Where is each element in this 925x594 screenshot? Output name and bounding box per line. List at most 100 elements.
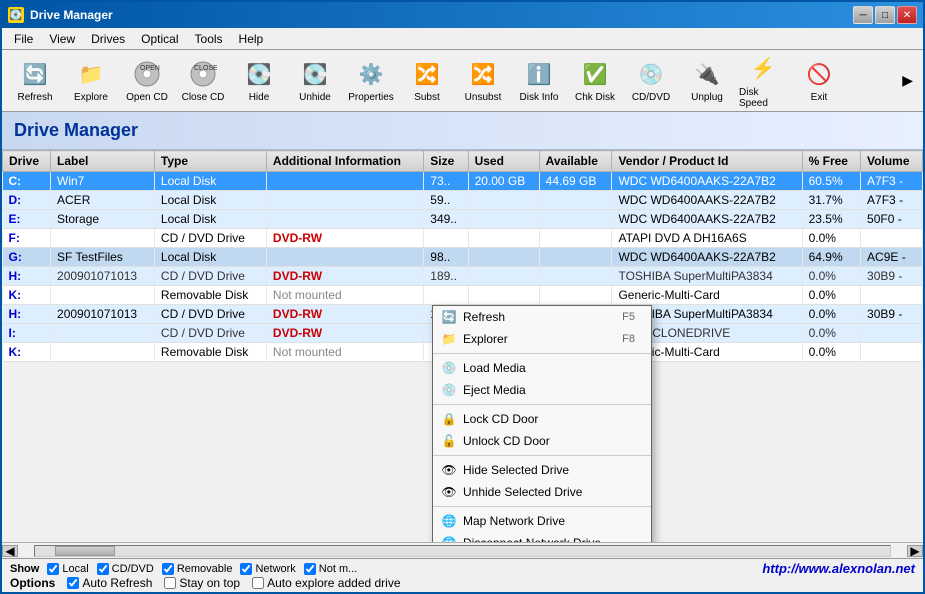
col-label[interactable]: Label xyxy=(51,151,155,172)
auto-explore-checkbox[interactable] xyxy=(252,577,264,589)
table-cell: 200901071013 xyxy=(51,305,155,324)
scroll-track[interactable] xyxy=(34,545,891,557)
menu-tools[interactable]: Tools xyxy=(187,30,231,48)
col-type[interactable]: Type xyxy=(154,151,266,172)
toolbar-subst[interactable]: 🔀 Subst xyxy=(400,55,454,106)
context-menu-item-map-network-drive[interactable]: 🌐Map Network Drive xyxy=(433,510,651,532)
scroll-right-button[interactable]: ▶ xyxy=(907,545,923,557)
col-size[interactable]: Size xyxy=(424,151,468,172)
table-row[interactable]: G:SF TestFilesLocal Disk98..WDC WD6400AA… xyxy=(3,248,923,267)
col-volume[interactable]: Volume xyxy=(861,151,923,172)
table-row[interactable]: K:Removable DiskNot mountedGeneric-Multi… xyxy=(3,286,923,305)
table-row[interactable]: C:Win7Local Disk73..20.00 GB44.69 GBWDC … xyxy=(3,172,923,191)
toolbar-close-cd[interactable]: CLOSE Close CD xyxy=(176,55,230,106)
show-not-mounted-checkbox[interactable] xyxy=(304,563,316,575)
show-local[interactable]: Local xyxy=(47,563,88,575)
table-cell: CD / DVD Drive xyxy=(154,229,266,248)
table-cell: Local Disk xyxy=(154,172,266,191)
context-menu-item-unhide-selected-drive[interactable]: 👁Unhide Selected Drive xyxy=(433,481,651,503)
table-cell xyxy=(861,286,923,305)
scroll-left-button[interactable]: ◀ xyxy=(2,545,18,557)
toolbar-refresh[interactable]: 🔄 Refresh xyxy=(8,55,62,106)
context-menu-item-eject-media[interactable]: 💿Eject Media xyxy=(433,379,651,401)
col-drive[interactable]: Drive xyxy=(3,151,51,172)
toolbar-exit[interactable]: 🚫 Exit xyxy=(792,55,846,106)
toolbar-unplug-label: Unplug xyxy=(691,92,723,103)
context-menu-item-explorer[interactable]: 📁ExplorerF8 xyxy=(433,328,651,350)
horizontal-scrollbar[interactable]: ◀ ▶ xyxy=(2,542,923,558)
toolbar-unhide-label: Unhide xyxy=(299,92,331,103)
toolbar-chk-disk[interactable]: ✅ Chk Disk xyxy=(568,55,622,106)
table-cell xyxy=(51,286,155,305)
table-row[interactable]: E:StorageLocal Disk349..WDC WD6400AAKS-2… xyxy=(3,210,923,229)
close-button[interactable]: ✕ xyxy=(897,6,917,24)
show-network[interactable]: Network xyxy=(240,563,295,575)
col-free[interactable]: % Free xyxy=(802,151,860,172)
option-auto-refresh[interactable]: Auto Refresh xyxy=(67,576,152,590)
table-cell xyxy=(266,248,423,267)
menu-drives[interactable]: Drives xyxy=(83,30,133,48)
toolbar-explore[interactable]: 📁 Explore xyxy=(64,55,118,106)
show-network-checkbox[interactable] xyxy=(240,563,252,575)
show-local-checkbox[interactable] xyxy=(47,563,59,575)
table-cell: K: xyxy=(3,343,51,362)
show-removable-checkbox[interactable] xyxy=(162,563,174,575)
auto-refresh-checkbox[interactable] xyxy=(67,577,79,589)
table-cell: 30B9 - xyxy=(861,267,923,286)
menu-view[interactable]: View xyxy=(41,30,83,48)
context-menu-separator xyxy=(433,455,651,456)
show-removable[interactable]: Removable xyxy=(162,563,233,575)
option-stay-on-top[interactable]: Stay on top xyxy=(164,576,240,590)
table-cell: 64.9% xyxy=(802,248,860,267)
table-cell xyxy=(468,286,539,305)
table-cell xyxy=(51,229,155,248)
window-title: Drive Manager xyxy=(30,8,113,22)
toolbar-disk-info[interactable]: ℹ️ Disk Info xyxy=(512,55,566,106)
maximize-button[interactable]: □ xyxy=(875,6,895,24)
close-cd-icon: CLOSE xyxy=(187,58,219,90)
table-cell: Win7 xyxy=(51,172,155,191)
table-cell xyxy=(861,324,923,343)
table-cell xyxy=(539,248,612,267)
toolbar-more-arrow[interactable]: ▶ xyxy=(898,68,917,93)
menu-file[interactable]: File xyxy=(6,30,41,48)
toolbar-unhide[interactable]: 💽 Unhide xyxy=(288,55,342,106)
table-cell: K: xyxy=(3,286,51,305)
toolbar-unsubst[interactable]: 🔀 Unsubst xyxy=(456,55,510,106)
table-cell: CD / DVD Drive xyxy=(154,267,266,286)
show-cddvd-checkbox[interactable] xyxy=(97,563,109,575)
toolbar-open-cd[interactable]: OPEN Open CD xyxy=(120,55,174,106)
toolbar-hide[interactable]: 💽 Hide xyxy=(232,55,286,106)
website-link[interactable]: http://www.alexnolan.net xyxy=(762,561,915,576)
disk-speed-icon: ⚡ xyxy=(747,53,779,85)
context-menu-item-load-media[interactable]: 💿Load Media xyxy=(433,357,651,379)
table-row[interactable]: H:200901071013CD / DVD DriveDVD-RW189..T… xyxy=(3,267,923,286)
option-auto-explore[interactable]: Auto explore added drive xyxy=(252,576,400,590)
minimize-button[interactable]: ─ xyxy=(853,6,873,24)
stay-on-top-checkbox[interactable] xyxy=(164,577,176,589)
col-available[interactable]: Available xyxy=(539,151,612,172)
context-menu-item-disconnect-network-drive[interactable]: 🌐Disconnect Network Drive xyxy=(433,532,651,542)
table-cell xyxy=(468,267,539,286)
toolbar-disk-speed[interactable]: ⚡ Disk Speed xyxy=(736,50,790,112)
context-menu-item-unlock-cd-door[interactable]: 🔓Unlock CD Door xyxy=(433,430,651,452)
context-menu-item-lock-cd-door[interactable]: 🔒Lock CD Door xyxy=(433,408,651,430)
toolbar-cd-dvd[interactable]: 💿 CD/DVD xyxy=(624,55,678,106)
scroll-thumb[interactable] xyxy=(55,546,115,556)
menu-help[interactable]: Help xyxy=(231,30,272,48)
col-vendor[interactable]: Vendor / Product Id xyxy=(612,151,802,172)
table-row[interactable]: F:CD / DVD DriveDVD-RWATAPI DVD A DH16A6… xyxy=(3,229,923,248)
toolbar-properties[interactable]: ⚙️ Properties xyxy=(344,55,398,106)
table-row[interactable]: D:ACERLocal Disk59..WDC WD6400AAKS-22A7B… xyxy=(3,191,923,210)
menu-optical[interactable]: Optical xyxy=(133,30,186,48)
context-menu-item-hide-selected-drive[interactable]: 👁Hide Selected Drive xyxy=(433,459,651,481)
col-used[interactable]: Used xyxy=(468,151,539,172)
show-cddvd[interactable]: CD/DVD xyxy=(97,563,154,575)
show-not-mounted[interactable]: Not m... xyxy=(304,563,358,575)
toolbar-unplug[interactable]: 🔌 Unplug xyxy=(680,55,734,106)
table-cell: Local Disk xyxy=(154,191,266,210)
col-additional[interactable]: Additional Information xyxy=(266,151,423,172)
table-cell xyxy=(51,343,155,362)
context-menu-item-refresh[interactable]: 🔄RefreshF5 xyxy=(433,306,651,328)
table-cell xyxy=(424,286,468,305)
